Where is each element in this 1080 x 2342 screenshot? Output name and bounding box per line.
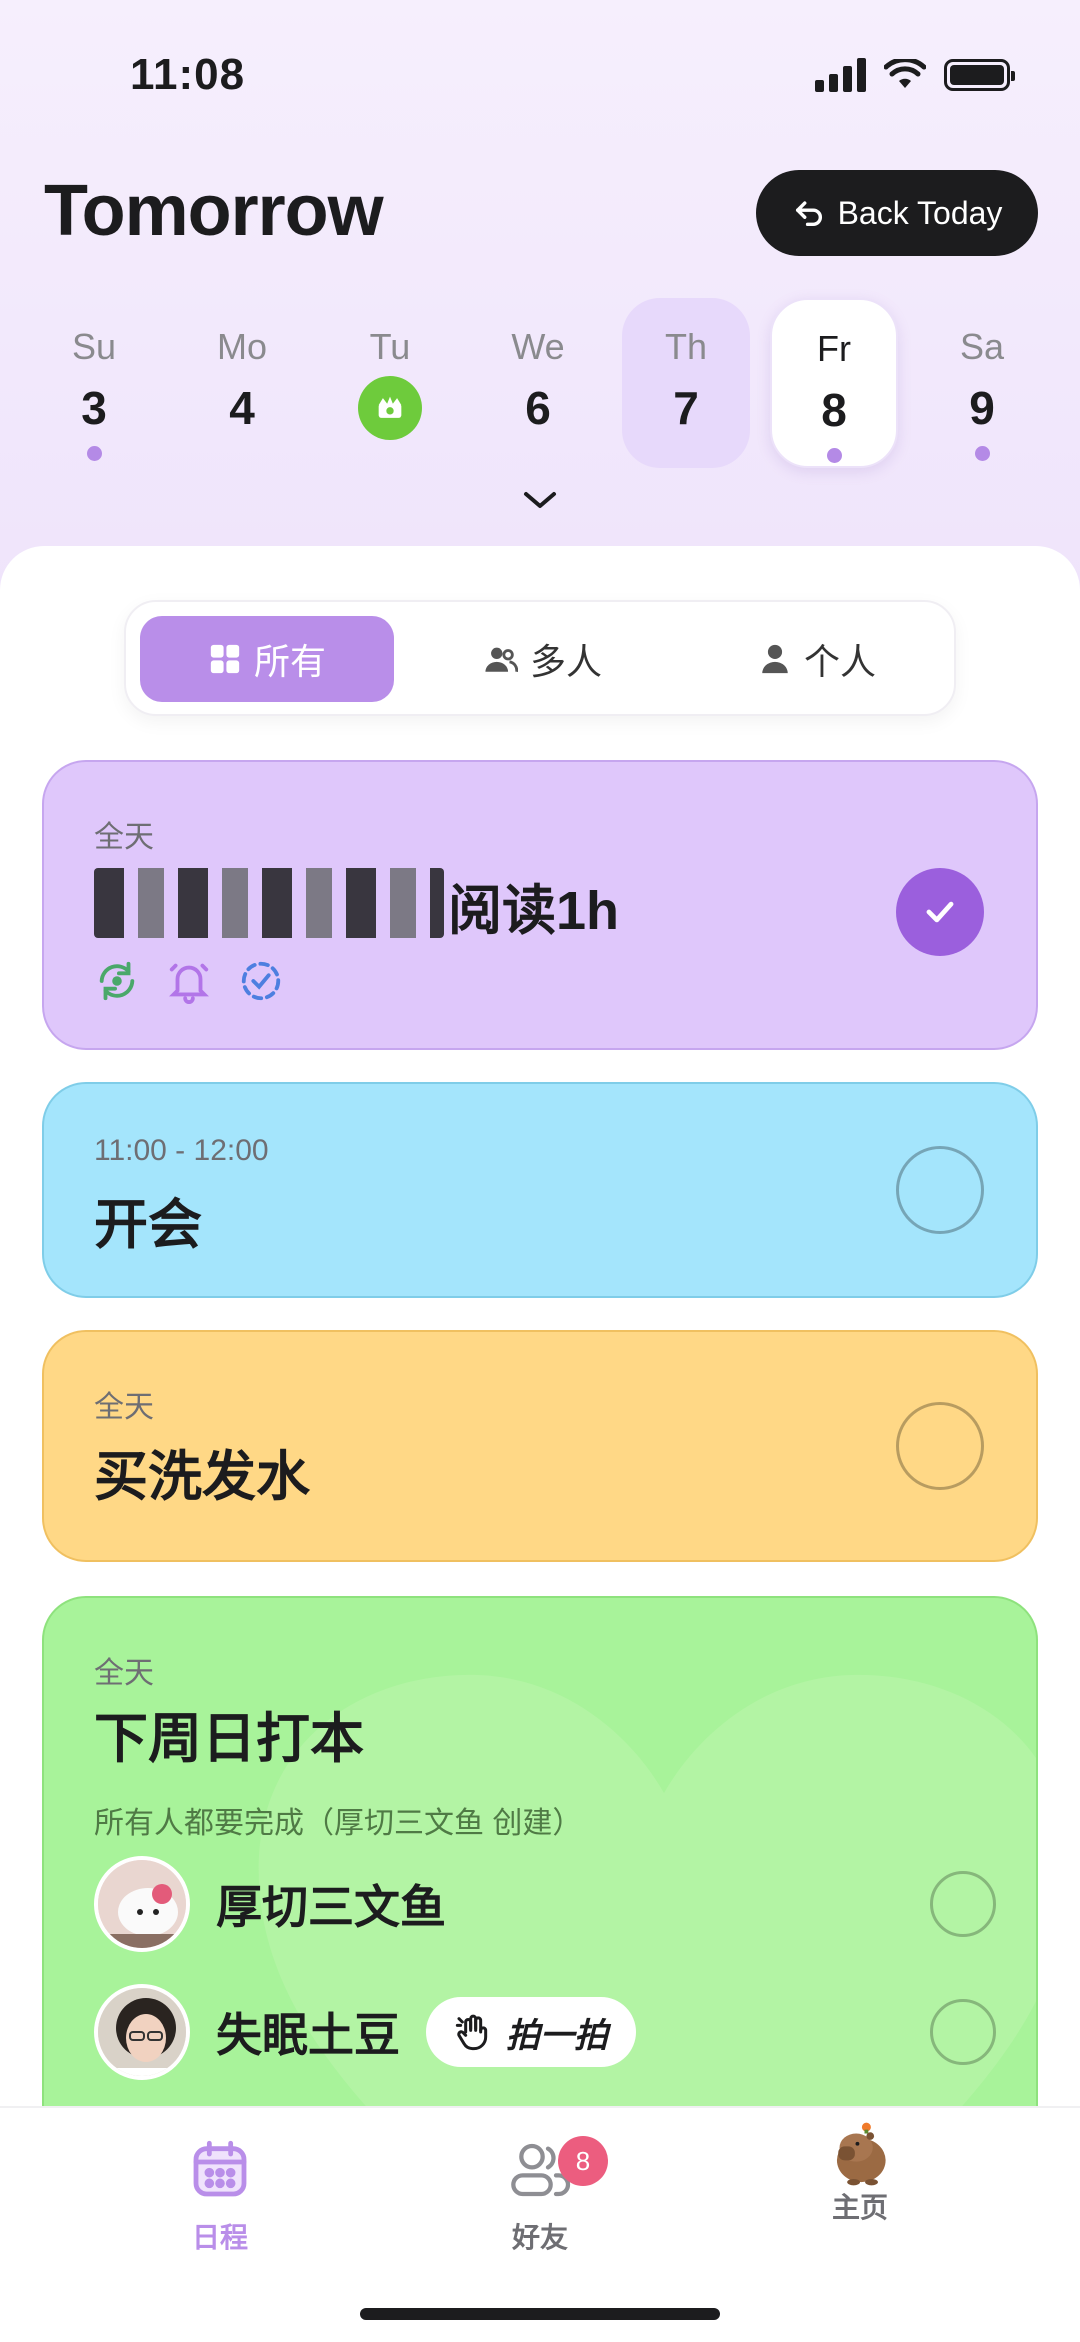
filter-label: 所有 (253, 641, 326, 682)
task-title: 开会 (94, 1195, 202, 1255)
status-bar: 11:08 (0, 0, 1080, 150)
task-time: 全天 (94, 1657, 154, 1690)
grid-icon (210, 644, 240, 674)
member-row: 厚切三文鱼 (94, 1856, 446, 1952)
filter-group[interactable]: 多人 (416, 616, 670, 702)
task-title: 下周日打本 (94, 1709, 364, 1769)
pat-label: 拍一拍 (506, 2016, 608, 2055)
avatar (94, 1856, 190, 1952)
bell-icon (169, 963, 209, 1004)
tab-home[interactable]: 主页 (760, 2122, 960, 2226)
day-number: 6 (525, 382, 551, 434)
home-indicator (360, 2308, 720, 2320)
filter-label: 多人 (529, 641, 602, 682)
tab-label: 主页 (831, 2192, 888, 2223)
clap-hand-icon (455, 2014, 488, 2051)
undo-icon (795, 201, 822, 227)
task-card-shampoo[interactable]: 全天 买洗发水 (42, 1330, 1038, 1562)
task-card-meeting[interactable]: 11:00 - 12:00 开会 (42, 1082, 1038, 1298)
task-title: 买洗发水 (94, 1447, 310, 1507)
day-name: Su (71, 326, 117, 367)
repeat-icon (99, 961, 135, 1001)
chevron-down-icon[interactable] (520, 488, 560, 512)
tab-label: 好友 (511, 2222, 568, 2253)
event-dot (974, 446, 990, 461)
day-number: 3 (81, 382, 107, 434)
week-strip: Su 3 Mo 4 Tu We 6 Th 7 Fr 8 Sa 9 (30, 298, 1050, 468)
day-number: 4 (229, 382, 255, 434)
today-badge (358, 376, 422, 440)
back-today-label: Back Today (837, 194, 1003, 231)
task-time: 全天 (94, 821, 154, 854)
people-icon (485, 647, 518, 673)
task-card-group[interactable]: 全天 下周日打本 所有人都要完成（厚切三文鱼 创建） 厚切三文鱼 失眠土豆 拍一… (42, 1596, 1038, 2156)
day-number: 8 (821, 384, 847, 436)
status-time: 11:08 (130, 50, 246, 99)
member-checkbox[interactable] (930, 1871, 996, 1937)
day-tu[interactable]: Tu (326, 298, 454, 468)
day-name: We (511, 326, 565, 367)
tab-label: 日程 (191, 2222, 248, 2253)
day-name: Fr (817, 328, 851, 369)
day-fr-selected[interactable]: Fr 8 (770, 298, 898, 468)
avatar (94, 1984, 190, 2080)
day-mo[interactable]: Mo 4 (178, 298, 306, 468)
day-number: 9 (969, 382, 995, 434)
filter-segmented-control: 所有 多人 个人 (124, 600, 956, 716)
tab-bar: 日程 8 好友 主页 (0, 2106, 1080, 2342)
tab-schedule[interactable]: 日程 (120, 2138, 320, 2256)
day-name: Sa (959, 326, 1005, 367)
task-time: 11:00 - 12:00 (94, 1134, 269, 1167)
task-checkbox-done[interactable] (896, 868, 984, 956)
capybara-avatar-icon (836, 2122, 886, 2186)
status-icons (815, 58, 1015, 92)
calendar-icon (193, 2140, 247, 2197)
person-icon (762, 644, 788, 674)
filter-personal[interactable]: 个人 (690, 616, 944, 702)
crown-icon (378, 396, 402, 418)
task-title: 阅读1h (448, 881, 620, 941)
member-checkbox[interactable] (930, 1999, 996, 2065)
filter-all[interactable]: 所有 (140, 616, 394, 702)
redacted-text (94, 868, 444, 938)
day-name: Tu (369, 326, 411, 367)
event-dot (86, 446, 102, 461)
task-note: 所有人都要完成（厚切三文鱼 创建） (94, 1807, 583, 1840)
battery-icon (944, 59, 1015, 91)
pat-button[interactable]: 拍一拍 (426, 1997, 636, 2067)
member-name: 厚切三文鱼 (216, 1881, 446, 1933)
member-name: 失眠土豆 (216, 2009, 400, 2061)
signal-icon (815, 58, 866, 92)
tab-friends[interactable]: 8 好友 (440, 2136, 640, 2256)
checkmark-icon (926, 901, 954, 923)
day-number: 7 (673, 382, 699, 434)
day-su[interactable]: Su 3 (30, 298, 158, 468)
day-th[interactable]: Th 7 (622, 298, 750, 468)
filter-label: 个人 (803, 641, 876, 682)
wifi-icon (884, 59, 926, 88)
task-checkbox[interactable] (896, 1402, 984, 1490)
event-dot (826, 448, 842, 463)
member-row: 失眠土豆 拍一拍 (94, 1984, 636, 2080)
task-checkbox[interactable] (896, 1146, 984, 1234)
day-name: Mo (216, 326, 267, 367)
check-dashed-icon (241, 961, 281, 1001)
task-card-reading[interactable]: 全天 阅读1h (42, 760, 1038, 1050)
task-time: 全天 (94, 1391, 154, 1424)
day-sa[interactable]: Sa 9 (918, 298, 1046, 468)
day-name: Th (664, 326, 707, 367)
day-we[interactable]: We 6 (474, 298, 602, 468)
task-badges (94, 958, 284, 1004)
back-today-button[interactable]: Back Today (756, 170, 1038, 256)
notification-badge: 8 (558, 2136, 608, 2186)
page-title: Tomorrow (44, 171, 384, 251)
